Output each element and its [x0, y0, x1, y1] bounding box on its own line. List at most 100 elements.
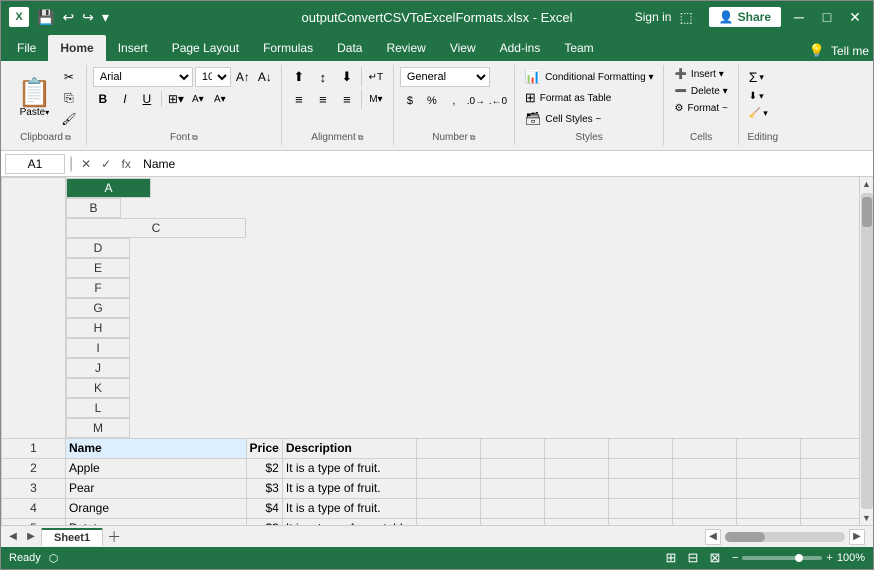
help-icon[interactable]: 💡 — [809, 43, 825, 59]
cell-empty-2-4[interactable] — [480, 478, 544, 498]
col-header-m[interactable]: M — [66, 418, 130, 438]
zoom-in-btn[interactable]: + — [826, 552, 832, 564]
wrap-text-btn[interactable]: ↵T — [365, 67, 387, 87]
cell-empty-2-8[interactable] — [736, 478, 800, 498]
cell-empty-4-8[interactable] — [736, 518, 800, 525]
underline-btn[interactable]: U — [137, 89, 157, 109]
cell-b5[interactable]: $3 — [246, 518, 282, 525]
sum-btn[interactable]: Σ ▾ — [745, 67, 781, 87]
cell-empty-2-5[interactable] — [544, 478, 608, 498]
font-color-btn[interactable]: A▾ — [210, 89, 230, 109]
cell-empty-3-4[interactable] — [480, 498, 544, 518]
cell-empty-4-7[interactable] — [672, 518, 736, 525]
cell-c2[interactable]: It is a type of fruit. — [282, 458, 416, 478]
cell-empty-4-5[interactable] — [544, 518, 608, 525]
percent-btn[interactable]: % — [422, 91, 442, 111]
font-expand-icon[interactable]: ⧉ — [192, 133, 198, 143]
row-number-3[interactable]: 3 — [2, 478, 66, 498]
tab-file[interactable]: File — [5, 35, 48, 61]
merge-btn[interactable]: M▾ — [365, 89, 387, 109]
number-expand-icon[interactable]: ⧉ — [470, 133, 476, 143]
cell-styles-btn[interactable]: 🗃 Cell Styles ~ — [521, 109, 605, 129]
copy-btn[interactable]: ⎘ — [58, 88, 80, 108]
cell-c1[interactable]: Description — [282, 438, 416, 458]
tell-me-label[interactable]: Tell me — [831, 44, 869, 58]
share-button[interactable]: 👤 Share — [709, 7, 781, 27]
align-right-btn[interactable]: ≡ — [336, 89, 358, 109]
cell-empty-2-9[interactable] — [800, 478, 859, 498]
cell-empty-0-6[interactable] — [608, 438, 672, 458]
insert-function-btn[interactable]: fx — [117, 155, 135, 173]
col-header-d[interactable]: D — [66, 238, 130, 258]
increase-font-btn[interactable]: A↑ — [233, 67, 253, 87]
cell-empty-0-4[interactable] — [480, 438, 544, 458]
col-header-l[interactable]: L — [66, 398, 130, 418]
cell-empty-4-9[interactable] — [800, 518, 859, 525]
hscroll-track[interactable] — [725, 532, 845, 542]
scroll-thumb[interactable] — [862, 197, 872, 227]
row-number-4[interactable]: 4 — [2, 498, 66, 518]
paste-button[interactable]: 📋 Paste▾ — [11, 75, 58, 122]
cell-empty-2-6[interactable] — [608, 478, 672, 498]
cell-empty-3-9[interactable] — [800, 498, 859, 518]
italic-btn[interactable]: I — [115, 89, 135, 109]
row-number-2[interactable]: 2 — [2, 458, 66, 478]
cell-empty-0-3[interactable] — [416, 438, 480, 458]
cell-c4[interactable]: It is a type of fruit. — [282, 498, 416, 518]
tab-home[interactable]: Home — [48, 35, 105, 61]
cell-empty-3-8[interactable] — [736, 498, 800, 518]
cell-empty-1-9[interactable] — [800, 458, 859, 478]
comma-btn[interactable]: , — [444, 91, 464, 111]
delete-btn[interactable]: ➖ Delete ▾ — [670, 84, 731, 99]
font-size-select[interactable]: 10 — [195, 67, 231, 87]
cell-empty-0-7[interactable] — [672, 438, 736, 458]
clear-btn[interactable]: 🧹 ▾ — [745, 106, 781, 121]
zoom-slider[interactable] — [742, 556, 822, 560]
cell-b2[interactable]: $2 — [246, 458, 282, 478]
redo-btn[interactable]: ↪ — [80, 7, 96, 28]
fill-btn[interactable]: ⬇ ▾ — [745, 89, 781, 104]
font-name-select[interactable]: Arial — [93, 67, 193, 87]
align-left-btn[interactable]: ≡ — [288, 89, 310, 109]
tab-view[interactable]: View — [438, 35, 488, 61]
page-break-view-btn[interactable]: ⊠ — [706, 549, 724, 567]
col-header-b[interactable]: B — [66, 198, 121, 218]
cell-a5[interactable]: Potato — [66, 518, 247, 525]
align-center-btn[interactable]: ≡ — [312, 89, 334, 109]
cell-b1[interactable]: Price — [246, 438, 282, 458]
cell-empty-0-5[interactable] — [544, 438, 608, 458]
cell-reference-box[interactable] — [5, 154, 65, 174]
col-header-j[interactable]: J — [66, 358, 130, 378]
row-number-5[interactable]: 5 — [2, 518, 66, 525]
format-painter-btn[interactable]: 🖌 — [58, 109, 80, 129]
currency-btn[interactable]: $ — [400, 91, 420, 111]
cell-c3[interactable]: It is a type of fruit. — [282, 478, 416, 498]
sheet-tab-sheet1[interactable]: Sheet1 — [41, 528, 103, 546]
cell-empty-1-3[interactable] — [416, 458, 480, 478]
cell-empty-2-3[interactable] — [416, 478, 480, 498]
col-header-g[interactable]: G — [66, 298, 130, 318]
number-format-select[interactable]: General — [400, 67, 490, 87]
minimize-btn[interactable]: ─ — [789, 7, 809, 27]
cell-empty-1-7[interactable] — [672, 458, 736, 478]
cut-btn[interactable]: ✂ — [58, 67, 80, 87]
col-header-e[interactable]: E — [66, 258, 130, 278]
tab-formulas[interactable]: Formulas — [251, 35, 325, 61]
cell-empty-0-9[interactable] — [800, 438, 859, 458]
zoom-out-btn[interactable]: − — [732, 552, 738, 564]
vertical-scrollbar[interactable]: ▲ ▼ — [859, 177, 873, 525]
close-btn[interactable]: ✕ — [845, 7, 865, 27]
fill-color-btn[interactable]: A▾ — [188, 89, 208, 109]
col-header-f[interactable]: F — [66, 278, 130, 298]
align-top-btn[interactable]: ⬆ — [288, 67, 310, 87]
cell-a1[interactable]: Name — [66, 438, 247, 458]
formula-cancel-btn[interactable]: ✕ — [77, 155, 95, 173]
decrease-font-btn[interactable]: A↓ — [255, 67, 275, 87]
tab-page-layout[interactable]: Page Layout — [160, 35, 251, 61]
col-header-c[interactable]: C — [66, 218, 246, 238]
add-sheet-btn[interactable]: ＋ — [105, 528, 123, 546]
hscroll-left-btn[interactable]: ◀ — [705, 529, 721, 545]
format-btn[interactable]: ⚙ Format ~ — [670, 101, 731, 116]
tab-data[interactable]: Data — [325, 35, 374, 61]
scroll-track[interactable] — [861, 193, 873, 509]
